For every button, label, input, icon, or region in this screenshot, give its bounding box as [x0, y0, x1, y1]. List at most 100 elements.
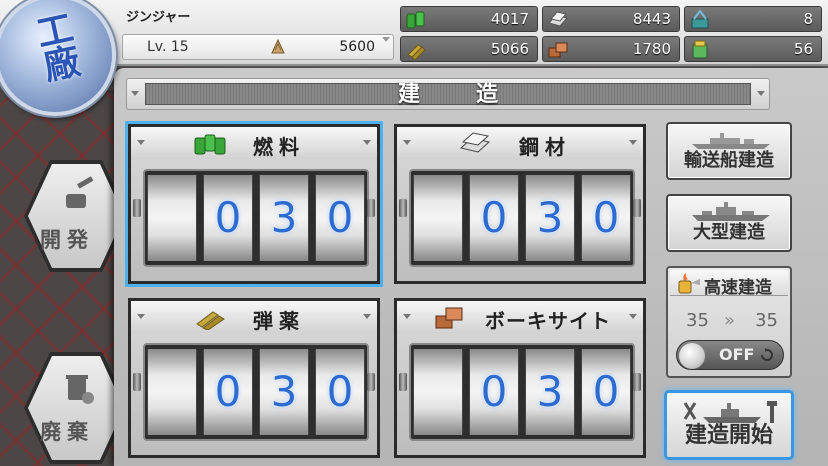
counter-knob-right	[367, 373, 375, 391]
ammo-label: 弾薬	[253, 309, 305, 333]
panel-title: 建造	[397, 82, 554, 107]
toggle-knob	[679, 343, 705, 369]
level-label: Lv. 15	[147, 39, 189, 55]
fast-build-header: 高速建造	[670, 270, 788, 298]
trash-gear-icon	[66, 375, 94, 404]
transport-build-label: 輸送船建造	[684, 150, 774, 171]
double-arrow-icon: »	[724, 310, 736, 331]
ammo-icon	[196, 311, 225, 330]
counter-knob-right	[367, 199, 375, 217]
ammo-input-panel[interactable]: 弾薬 0 3 0	[128, 298, 380, 458]
transport-build-button[interactable]: 輸送船建造	[666, 122, 792, 180]
fast-build-from: 35	[686, 310, 709, 331]
instant-build-value: 56	[793, 40, 813, 58]
panel-header: 鋼材	[397, 127, 643, 159]
panel-body: 0 3 0	[131, 159, 377, 281]
ammo-icon	[407, 44, 426, 60]
panel-header: ボーキサイト	[397, 301, 643, 333]
digit-ones[interactable]: 0	[581, 175, 631, 261]
fast-build-label: 高速建造	[704, 278, 772, 298]
turret-icon	[66, 176, 94, 208]
digit-tens[interactable]: 3	[525, 349, 575, 435]
start-build-label: 建造開始	[684, 423, 773, 448]
steel-icon	[548, 11, 568, 27]
counter-knob-right	[633, 199, 641, 217]
fast-build-toggle[interactable]: OFF	[676, 340, 784, 370]
burner-icon	[678, 273, 700, 294]
blank-digit	[147, 175, 197, 261]
steel-input-panel[interactable]: 鋼材 0 3 0	[394, 124, 646, 284]
dev-material-value: 8	[803, 10, 813, 28]
emblem-text: 工廠	[27, 8, 82, 84]
bauxite-counter: 1780	[542, 36, 680, 62]
steel-counter: 8443	[542, 6, 680, 32]
cap-right	[363, 140, 371, 145]
panel-header: 弾薬	[131, 301, 377, 333]
digit-ones[interactable]: 0	[581, 349, 631, 435]
counter-knob-left	[399, 373, 407, 391]
blank-digit	[147, 349, 197, 435]
digit-tens[interactable]: 3	[259, 175, 309, 261]
large-build-label: 大型建造	[693, 222, 765, 243]
fuel-input-panel[interactable]: 燃料 0 3 0	[128, 124, 380, 284]
bauxite-icon	[435, 307, 463, 329]
fuel-label: 燃料	[253, 135, 305, 159]
steel-counter-dial[interactable]: 0 3 0	[409, 169, 635, 267]
dev-material-counter: 8	[684, 6, 822, 32]
fast-build-counts: 35 » 35	[668, 310, 790, 332]
blank-digit	[413, 175, 463, 261]
cap-right	[629, 314, 637, 319]
cap-right	[629, 140, 637, 145]
level-bar: Lv. 15 5600	[122, 34, 394, 60]
steel-value: 8443	[632, 10, 671, 28]
instant-construction-icon	[692, 40, 708, 59]
coin-count: 5600	[339, 39, 375, 55]
digit-hundreds[interactable]: 0	[203, 175, 253, 261]
panel-body: 0 3 0	[397, 159, 643, 281]
digit-ones[interactable]: 0	[315, 349, 365, 435]
digit-hundreds[interactable]: 0	[469, 349, 519, 435]
steel-icon	[459, 132, 491, 153]
digit-tens[interactable]: 3	[259, 349, 309, 435]
cap-left	[403, 314, 411, 319]
player-name: ジンジャー	[126, 10, 191, 25]
digit-hundreds[interactable]: 0	[469, 175, 519, 261]
fast-build-box: 高速建造 35 » 35 OFF	[666, 266, 792, 378]
large-build-button[interactable]: 大型建造	[666, 194, 792, 252]
panel-body: 0 3 0	[397, 333, 643, 455]
panel-body: 0 3 0	[131, 333, 377, 455]
steel-label: 鋼材	[519, 135, 571, 159]
counter-knob-right	[633, 373, 641, 391]
fuel-icon	[194, 134, 226, 155]
fuel-icon	[406, 11, 425, 29]
bauxite-input-panel[interactable]: ボーキサイト 0 3 0	[394, 298, 646, 458]
fuel-counter-dial[interactable]: 0 3 0	[143, 169, 369, 267]
digit-ones[interactable]: 0	[315, 175, 365, 261]
bauxite-value: 1780	[632, 40, 671, 58]
scrap-label: 廃棄	[40, 420, 94, 444]
bauxite-counter-dial[interactable]: 0 3 0	[409, 343, 635, 441]
digit-tens[interactable]: 3	[525, 175, 575, 261]
counter-knob-left	[133, 199, 141, 217]
panel-header: 燃料	[131, 127, 377, 159]
reload-icon	[761, 348, 773, 361]
cap-left	[403, 140, 411, 145]
title-bar: 建造	[126, 78, 770, 110]
fuel-value: 4017	[490, 10, 529, 28]
fast-build-to: 35	[755, 310, 778, 331]
counter-knob-left	[399, 199, 407, 217]
instant-build-counter: 56	[684, 36, 822, 62]
toggle-state: OFF	[719, 345, 755, 364]
corner-mark	[382, 37, 390, 42]
development-material-icon	[691, 9, 709, 29]
digit-hundreds[interactable]: 0	[203, 349, 253, 435]
cap-right	[363, 314, 371, 319]
ammo-value: 5066	[490, 40, 529, 58]
top-header: ジンジャー Lv. 15 5600 4017 8443 8 5066 1780 …	[0, 0, 828, 66]
title-cap-right	[757, 91, 765, 96]
fuel-counter: 4017	[400, 6, 538, 32]
ammo-counter-dial[interactable]: 0 3 0	[143, 343, 369, 441]
title-plate: 建造	[145, 82, 751, 107]
start-build-button[interactable]: 建造開始	[664, 390, 794, 460]
ammo-counter: 5066	[400, 36, 538, 62]
